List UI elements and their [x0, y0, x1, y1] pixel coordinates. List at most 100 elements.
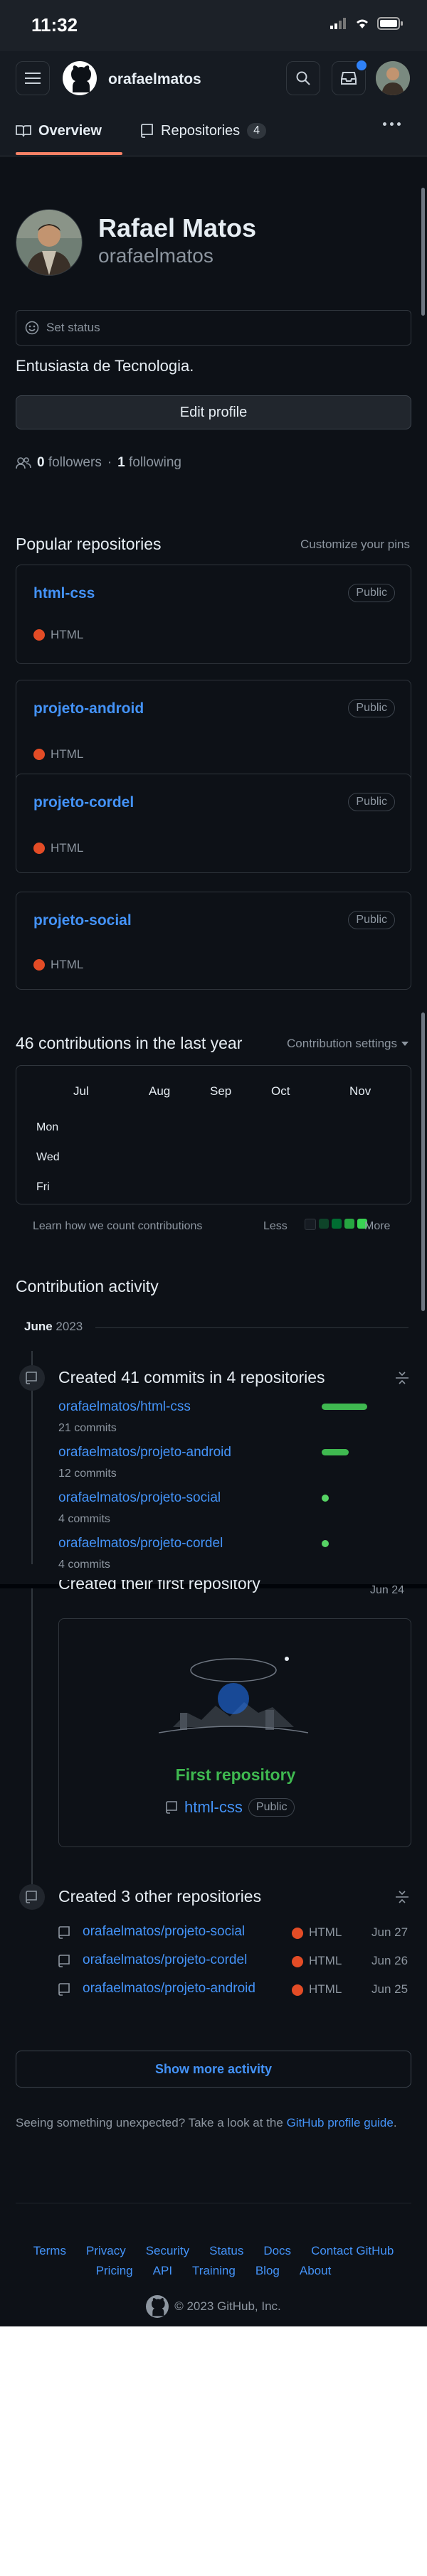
header-avatar[interactable] [376, 61, 410, 95]
footer-link-about[interactable]: About [300, 2264, 331, 2278]
footer-link-blog[interactable]: Blog [255, 2264, 280, 2278]
first-repo-card: First repository html-css Public [58, 1618, 411, 1847]
commit-repo-link[interactable]: orafaelmatos/projeto-cordel [58, 1536, 223, 1551]
language-color-dot [33, 749, 45, 760]
profile-guide-link[interactable]: GitHub profile guide [287, 2116, 394, 2129]
battery-icon [377, 17, 403, 30]
feedback-end: . [393, 2116, 397, 2129]
first-repo-title-clip: Created their first repository [58, 1580, 260, 1598]
github-logo[interactable] [63, 61, 97, 99]
activity-title: Contribution activity [16, 1277, 159, 1295]
visibility-badge: Public [348, 699, 395, 717]
language-label: HTML [51, 841, 84, 855]
commit-repo-link[interactable]: orafaelmatos/html-css [58, 1399, 191, 1415]
profile-tabs: Overview Repositories 4 [0, 105, 427, 156]
set-status-button[interactable]: Set status [16, 310, 411, 346]
kebab-dot-icon [390, 122, 394, 126]
footer-link-api[interactable]: API [153, 2264, 172, 2278]
repo-icon [58, 1926, 70, 1939]
show-more-activity-button[interactable]: Show more activity [16, 2051, 411, 2088]
footer-link-training[interactable]: Training [192, 2264, 236, 2278]
other-repo-date: Jun 26 [371, 1954, 408, 1967]
menu-button[interactable] [16, 61, 50, 95]
search-button[interactable] [286, 61, 320, 95]
commit-repo-link[interactable]: orafaelmatos/projeto-social [58, 1490, 221, 1506]
pinned-repo-name[interactable]: html-css [33, 585, 95, 602]
learn-contributions-link[interactable]: Learn how we count contributions [33, 1220, 202, 1233]
first-repo-link[interactable]: html-css [184, 1798, 243, 1817]
tab-overview[interactable]: Overview [16, 105, 102, 156]
footer-link-docs[interactable]: Docs [263, 2244, 291, 2258]
contributions-title: 46 contributions in the last year [16, 1034, 243, 1052]
commit-share-bar [322, 1495, 329, 1502]
language-label: HTML [51, 747, 84, 761]
following-link[interactable]: 1 following [117, 455, 181, 471]
other-repo-row: orafaelmatos/projeto-social HTML Jun 27 [58, 1923, 411, 1944]
activity-year: 2023 [56, 1320, 83, 1333]
language-color-dot [292, 1984, 303, 1996]
kebab-dot-icon [383, 122, 386, 126]
day-label: Wed [36, 1151, 60, 1163]
other-repo-link[interactable]: orafaelmatos/projeto-cordel [83, 1952, 247, 1968]
contribution-settings-button[interactable]: Contribution settings [287, 1037, 408, 1051]
repo-count-badge: 4 [247, 123, 267, 139]
following-label: following [129, 455, 181, 470]
first-repo-title: Created their first repository [58, 1580, 260, 1593]
header-username[interactable]: orafaelmatos [108, 71, 201, 88]
footer-link-security[interactable]: Security [146, 2244, 189, 2258]
pinned-repo-card: projeto-cordel Public HTML [16, 774, 411, 873]
inner-scrollbar[interactable] [421, 1012, 425, 1311]
page-scrollbar[interactable] [421, 188, 425, 316]
month-label: Sep [210, 1084, 232, 1098]
followers-link[interactable]: 0 followers [37, 455, 102, 471]
pinned-repo-name[interactable]: projeto-social [33, 912, 132, 929]
profile-avatar[interactable] [16, 209, 83, 276]
footer-links-row1: Terms Privacy Security Status Docs Conta… [0, 2244, 427, 2258]
fold-icon [396, 1372, 408, 1384]
language-label: HTML [309, 1982, 342, 1996]
visibility-badge: Public [348, 793, 395, 811]
commits-summary-title: Created 41 commits in 4 repositories [58, 1368, 325, 1386]
collapse-button[interactable] [396, 1371, 408, 1389]
more-tabs-button[interactable] [383, 122, 401, 126]
app-header: orafaelmatos [0, 51, 427, 105]
footer-link-terms[interactable]: Terms [33, 2244, 66, 2258]
commit-count: 4 commits [58, 1559, 110, 1571]
legend-more-label: More [364, 1220, 391, 1232]
footer-link-pricing[interactable]: Pricing [96, 2264, 133, 2278]
search-icon [296, 71, 310, 85]
other-repo-link[interactable]: orafaelmatos/projeto-android [83, 1981, 255, 1997]
footer-link-contact[interactable]: Contact GitHub [311, 2244, 394, 2258]
commit-count: 12 commits [58, 1468, 117, 1480]
commit-count: 4 commits [58, 1513, 110, 1525]
customize-pins-link[interactable]: Customize your pins [300, 538, 410, 552]
legend-swatch [305, 1219, 316, 1230]
feedback-message: Seeing something unexpected? Take a look… [16, 2116, 287, 2129]
footer-links-row2: Pricing API Training Blog About [0, 2264, 427, 2278]
legend-swatch [344, 1219, 354, 1229]
visibility-badge: Public [248, 1798, 295, 1817]
timeline-commit-marker [19, 1365, 45, 1391]
feedback-text: Seeing something unexpected? Take a look… [16, 2113, 411, 2132]
set-status-label: Set status [46, 321, 100, 334]
other-repo-link[interactable]: orafaelmatos/projeto-social [83, 1924, 245, 1940]
pinned-repo-name[interactable]: projeto-android [33, 700, 144, 717]
edit-profile-button[interactable]: Edit profile [16, 395, 411, 429]
pinned-repo-name[interactable]: projeto-cordel [33, 794, 134, 811]
rocket-launch-illustration-icon [159, 1657, 308, 1733]
tab-repositories[interactable]: Repositories 4 [141, 105, 267, 156]
inbox-icon [341, 72, 357, 85]
day-label: Mon [36, 1121, 59, 1133]
commit-repo-link[interactable]: orafaelmatos/projeto-android [58, 1445, 231, 1460]
repo-language: HTML [33, 628, 83, 642]
popular-repos-title: Popular repositories [16, 535, 162, 553]
collapse-button[interactable] [396, 1890, 408, 1908]
repo-push-icon [26, 1372, 37, 1384]
commit-share-bar [322, 1540, 329, 1547]
footer-link-status[interactable]: Status [209, 2244, 243, 2258]
footer-link-privacy[interactable]: Privacy [86, 2244, 126, 2258]
hamburger-icon [25, 73, 41, 84]
inbox-button[interactable] [332, 59, 368, 95]
signal-icon [330, 18, 346, 29]
language-label: HTML [51, 628, 84, 641]
